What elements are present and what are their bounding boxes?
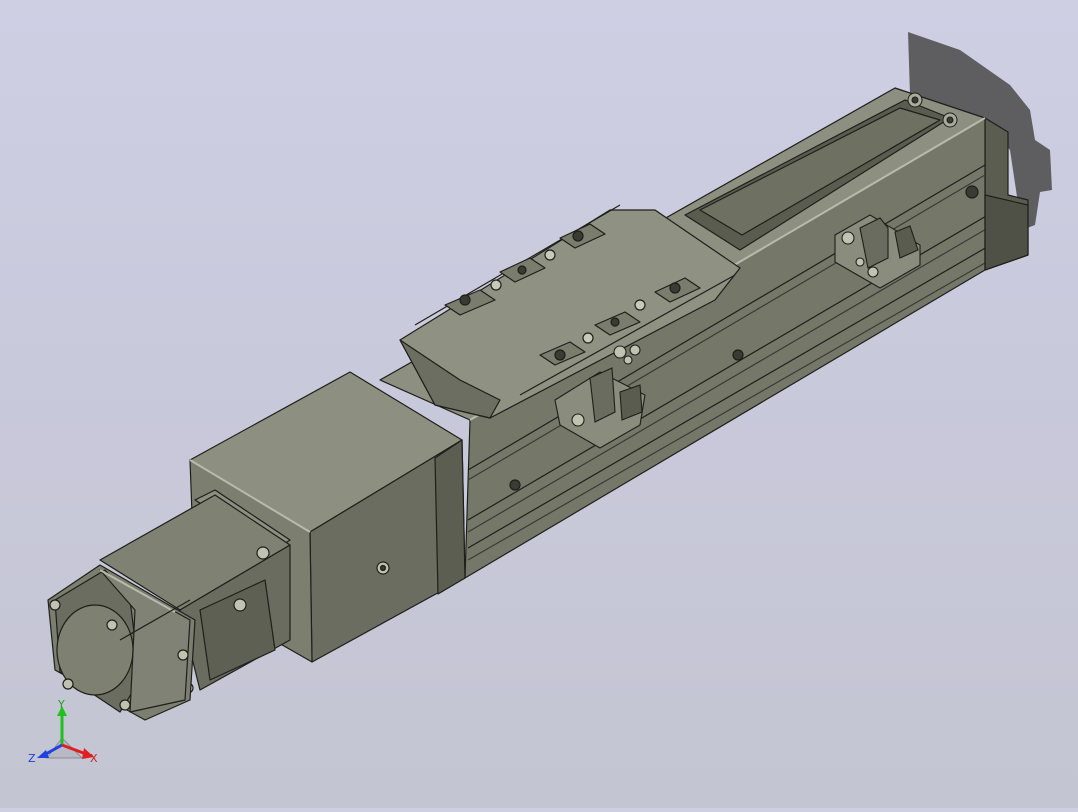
- model-canvas[interactable]: Y X Z: [0, 0, 1078, 808]
- axis-triad[interactable]: Y X Z: [28, 698, 98, 765]
- cad-viewport[interactable]: Y X Z: [0, 0, 1078, 808]
- x-axis-label: X: [90, 752, 98, 765]
- z-axis-label: Z: [28, 752, 36, 765]
- z-axis-arrowhead: [37, 750, 49, 758]
- y-axis-label: Y: [57, 698, 65, 711]
